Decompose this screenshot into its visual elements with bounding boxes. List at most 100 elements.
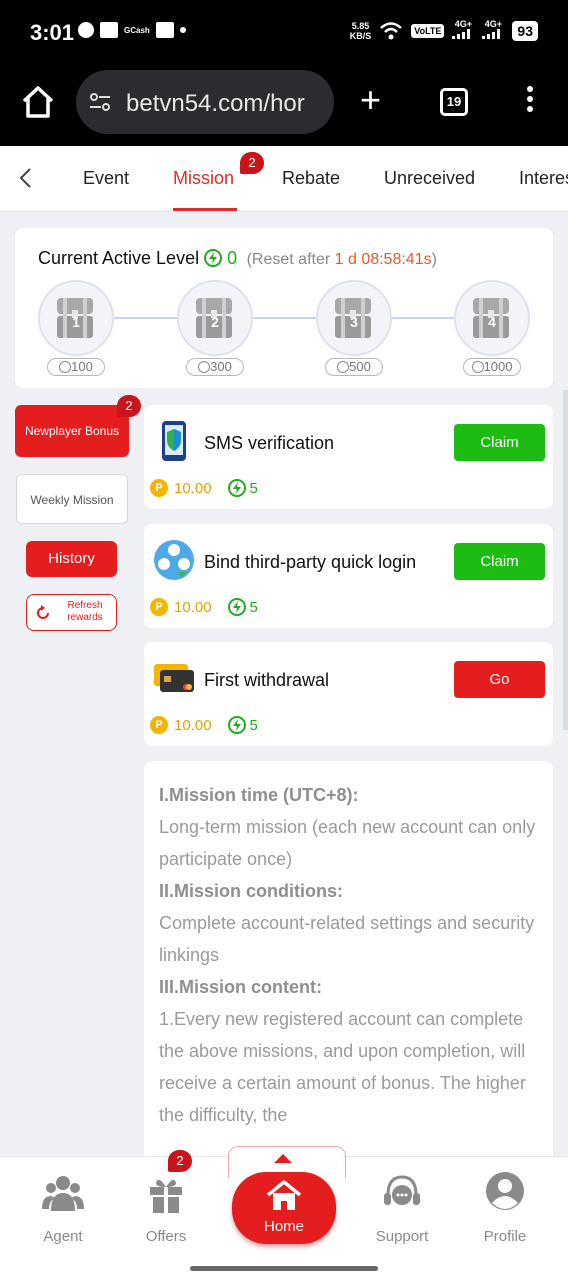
level-title: Current Active Level [38, 248, 200, 268]
gmail-icon [100, 22, 118, 38]
reset-info: (Reset after 1 d 08:58:41s) [242, 251, 437, 268]
chest-points-value: 1000 [483, 359, 513, 374]
back-icon[interactable] [14, 166, 38, 190]
rules-text: 1.Every new registered account can compl… [159, 1009, 526, 1125]
nav-support[interactable]: Support [357, 1171, 447, 1245]
chest-points-value: 500 [349, 359, 371, 374]
chest-number: 2 [211, 314, 219, 330]
nav-profile[interactable]: Profile [460, 1171, 550, 1245]
gesture-bar [0, 1256, 568, 1280]
tab-interest[interactable]: Interes [519, 168, 568, 189]
more-menu-icon[interactable] [525, 86, 535, 118]
url-text[interactable]: betvn54.com/hor [126, 90, 322, 118]
gesture-handle[interactable] [190, 1266, 378, 1271]
nav-label: Support [375, 1228, 429, 1245]
chest-level-1[interactable]: 1 100 [38, 280, 114, 380]
signal-bars-icon [482, 29, 501, 39]
home-icon[interactable] [20, 84, 56, 120]
chest-points: 500 [325, 358, 383, 376]
tab-unreceived[interactable]: Unreceived [384, 168, 475, 189]
claim-button[interactable]: Claim [454, 543, 545, 580]
sidebar-weekly-mission[interactable]: Weekly Mission [16, 474, 128, 524]
energy-small-icon [471, 361, 484, 373]
tab-switcher-button[interactable]: 19 [440, 88, 468, 116]
energy-reward: 5 [249, 479, 258, 497]
level-count: 0 [227, 248, 238, 268]
energy-small-icon [59, 361, 72, 373]
notification-icons: GCash [78, 22, 186, 38]
scrollbar[interactable] [563, 390, 568, 730]
sidebar-newplayer-bonus[interactable]: Newplayer Bonus [15, 405, 129, 457]
active-tab-indicator [173, 208, 237, 211]
status-right: 5.85 KB/S VoLTE 4G+ 4G+ 93 [350, 20, 538, 41]
go-button[interactable]: Go [454, 661, 545, 698]
mission-title: First withdrawal [204, 670, 330, 690]
mission-rewards: P 10.00 5 [150, 598, 258, 616]
level-title-row: Current Active Level 0 (Reset after 1 d … [38, 248, 437, 269]
energy-reward: 5 [249, 598, 258, 616]
chest-points: 1000 [463, 358, 521, 376]
rules-text: Long-term mission (each new account can … [159, 817, 536, 869]
refresh-rewards-button[interactable]: Refresh rewards [26, 594, 117, 631]
rules-heading: III.Mission content: [159, 977, 323, 997]
status-time: 3:01 [30, 20, 75, 45]
rules-text: Complete account-related settings and se… [159, 913, 535, 965]
mission-rewards: P 10.00 5 [150, 716, 258, 734]
energy-bolt-icon [227, 479, 246, 497]
address-bar[interactable]: betvn54.com/hor [76, 70, 334, 134]
claim-button[interactable]: Claim [454, 424, 545, 461]
newplayer-badge: 2 [117, 395, 141, 417]
category-tabs: Event Mission Rebate Unreceived Interes [0, 146, 568, 212]
energy-bolt-icon [227, 598, 246, 616]
net-speed-value: 5.85 [351, 20, 370, 31]
nav-agent[interactable]: Agent [18, 1171, 108, 1245]
browser-toolbar: betvn54.com/hor + 19 [0, 64, 568, 146]
site-settings-icon[interactable] [88, 90, 112, 114]
nav-label: Offers [145, 1228, 187, 1245]
coin-icon: P [150, 598, 168, 616]
more-notifications-icon [179, 27, 186, 33]
mission-rules: I.Mission time (UTC+8): Long-term missio… [144, 761, 553, 1161]
mission-rewards: P 10.00 5 [150, 479, 258, 497]
chest-number: 4 [488, 314, 496, 330]
reset-countdown: 1 d 08:58:41s [334, 251, 432, 268]
history-button[interactable]: History [26, 541, 117, 577]
nav-label: Agent [43, 1228, 83, 1245]
nav-home-button[interactable]: Home [232, 1172, 336, 1244]
home-up-arrow-icon [274, 1154, 292, 1163]
chat-icon [78, 22, 94, 38]
reset-suffix: ) [431, 251, 437, 268]
active-level-card: Current Active Level 0 (Reset after 1 d … [15, 228, 553, 388]
chest-level-2[interactable]: 2 300 [177, 280, 253, 380]
coin-reward: 10.00 [174, 598, 212, 616]
mission-tab-badge: 2 [240, 152, 264, 174]
chest-number: 3 [350, 314, 358, 330]
status-bar: 3:01 GCash 5.85 KB/S VoLTE 4G+ 4G+ 93 [0, 0, 568, 64]
coin-icon: P [150, 716, 168, 734]
energy-small-icon [198, 361, 211, 373]
chest-points: 100 [47, 358, 105, 376]
energy-bolt-icon [227, 716, 246, 734]
nav-offers[interactable]: Offers [121, 1171, 211, 1245]
new-tab-icon[interactable]: + [360, 82, 381, 118]
gcash-icon: GCash [124, 25, 150, 35]
refresh-label: Refresh rewards [67, 600, 103, 623]
sim1-label: 4G+ [454, 19, 473, 29]
mission-card-sms: SMS verification Claim P 10.00 5 [144, 405, 553, 509]
nav-label: Home [263, 1218, 304, 1235]
mission-card-first-withdrawal: First withdrawal Go P 10.00 5 [144, 642, 553, 746]
chest-level-4[interactable]: 4 1000 [454, 280, 530, 380]
wifi-icon [380, 21, 403, 39]
signal-sim1-icon: 4G+ [452, 20, 474, 41]
chest-level-3[interactable]: 3 500 [316, 280, 392, 380]
net-speed-unit: KB/S [349, 30, 372, 41]
agent-icon [42, 1176, 84, 1211]
mission-title: SMS verification [204, 433, 335, 453]
chest-number: 1 [72, 314, 80, 330]
gift-icon [150, 1179, 182, 1213]
tab-event[interactable]: Event [83, 168, 129, 189]
tab-mission[interactable]: Mission [173, 168, 234, 189]
sim2-label: 4G+ [484, 19, 503, 29]
tab-rebate[interactable]: Rebate [282, 168, 340, 189]
app-icon [155, 22, 174, 38]
